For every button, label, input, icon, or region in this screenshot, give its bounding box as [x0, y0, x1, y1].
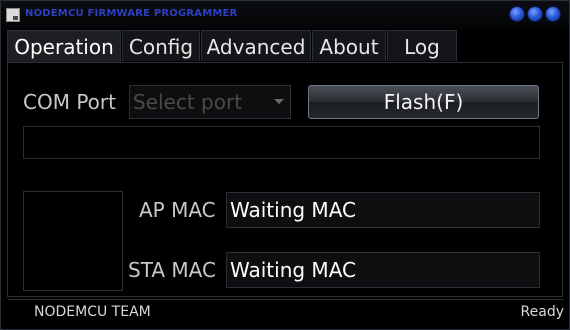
com-port-label: COM Port: [23, 90, 116, 114]
status-ready-text: Ready: [520, 304, 564, 320]
sta-mac-field[interactable]: Waiting MAC: [226, 252, 540, 288]
status-divider: [8, 299, 564, 300]
title-bar[interactable]: NODEMCU FIRMWARE PROGRAMMER: [1, 1, 569, 29]
minimize-button[interactable]: [510, 7, 524, 21]
sta-mac-label: STA MAC: [128, 258, 216, 282]
status-bar: NODEMCU TEAM Ready: [2, 299, 568, 329]
window-title: NODEMCU FIRMWARE PROGRAMMER: [25, 8, 238, 19]
ap-mac-label: AP MAC: [139, 198, 216, 222]
tab-advanced[interactable]: Advanced: [201, 30, 311, 61]
maximize-button[interactable]: [528, 7, 542, 21]
tab-about[interactable]: About: [312, 30, 386, 61]
com-port-placeholder: Select port: [133, 90, 243, 114]
flash-button[interactable]: Flash(F): [308, 85, 539, 119]
app-icon[interactable]: [6, 8, 20, 22]
progress-bar: [23, 126, 540, 159]
ap-mac-field[interactable]: Waiting MAC: [226, 192, 540, 228]
qr-code-area: [23, 191, 123, 291]
tab-log[interactable]: Log: [387, 30, 457, 61]
chevron-down-icon: [274, 99, 284, 104]
close-button[interactable]: [546, 7, 560, 21]
status-team-text: NODEMCU TEAM: [34, 304, 151, 320]
tab-operation[interactable]: Operation: [7, 30, 121, 63]
app-window: NODEMCU FIRMWARE PROGRAMMER Operation Co…: [0, 0, 570, 330]
com-port-select[interactable]: Select port: [129, 85, 291, 119]
tab-config[interactable]: Config: [122, 30, 200, 61]
